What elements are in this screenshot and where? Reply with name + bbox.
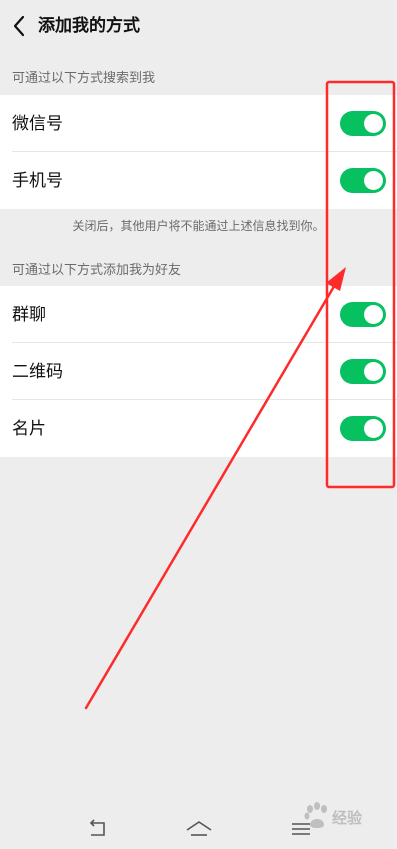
- back-nav-icon: [89, 819, 105, 836]
- chevron-left-icon: [13, 15, 25, 37]
- group-chat-toggle[interactable]: [340, 302, 386, 327]
- title-bar: 添加我的方式: [0, 0, 397, 52]
- qr-code-toggle[interactable]: [340, 359, 386, 384]
- add-section-header: 可通过以下方式添加我为好友: [12, 263, 182, 278]
- watermark: 经验: [300, 795, 390, 841]
- toggle-knob: [364, 305, 383, 324]
- setting-row-group-chat: 群聊: [0, 286, 397, 343]
- setting-row-qr-code: 二维码: [0, 343, 397, 400]
- setting-label-business-card: 名片: [12, 419, 46, 439]
- paw-logo-icon: [304, 802, 327, 828]
- setting-label-group-chat: 群聊: [12, 305, 46, 325]
- nav-back-button[interactable]: [82, 817, 112, 841]
- search-section-header: 可通过以下方式搜索到我: [12, 71, 156, 86]
- page-title: 添加我的方式: [38, 16, 140, 36]
- toggle-knob: [364, 419, 383, 438]
- toggle-knob: [364, 362, 383, 381]
- setting-row-phone: 手机号: [0, 152, 397, 209]
- watermark-text: 经验: [332, 809, 363, 827]
- setting-row-business-card: 名片: [0, 400, 397, 457]
- search-hint-text: 关闭后，其他用户将不能通过上述信息找到你。: [72, 219, 325, 233]
- search-settings-group: 微信号 手机号: [0, 95, 397, 209]
- wechat-id-toggle[interactable]: [340, 111, 386, 136]
- home-nav-icon: [186, 821, 212, 836]
- toggle-knob: [364, 171, 383, 190]
- toggle-knob: [364, 114, 383, 133]
- phone-toggle[interactable]: [340, 168, 386, 193]
- nav-home-button[interactable]: [184, 817, 214, 841]
- setting-row-wechat-id: 微信号: [0, 95, 397, 152]
- back-button[interactable]: [6, 12, 32, 40]
- setting-label-qr-code: 二维码: [12, 362, 63, 382]
- setting-label-phone: 手机号: [12, 171, 63, 191]
- add-settings-group: 群聊 二维码 名片: [0, 286, 397, 457]
- business-card-toggle[interactable]: [340, 416, 386, 441]
- setting-label-wechat-id: 微信号: [12, 114, 63, 134]
